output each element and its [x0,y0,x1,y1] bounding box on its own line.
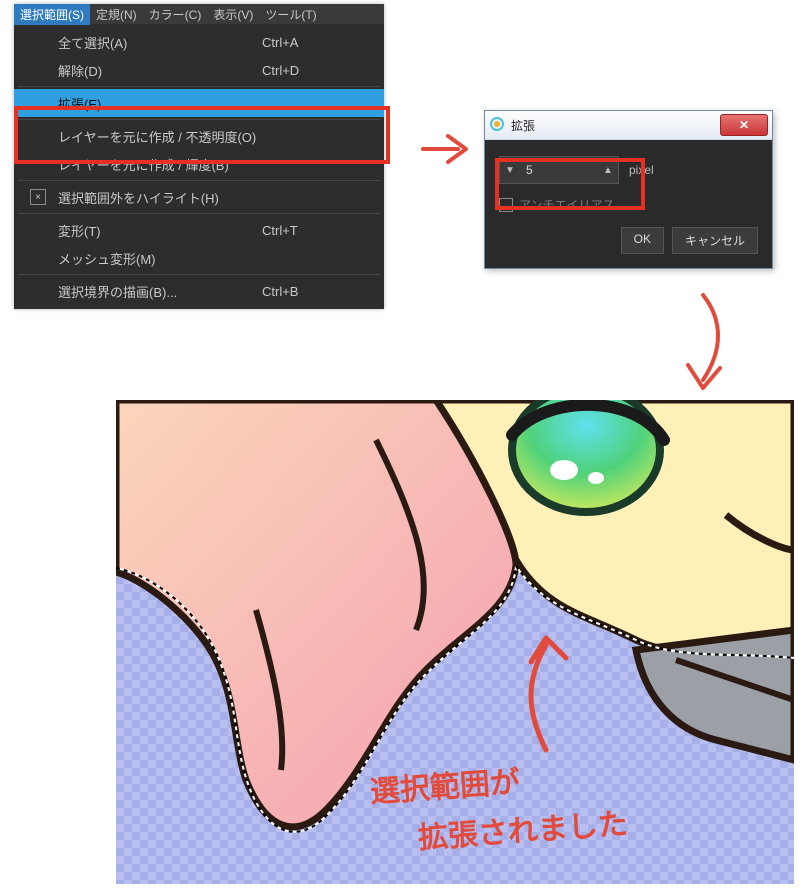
menu-view[interactable]: 表示(V) [207,4,259,25]
menu-item-highlight-outside[interactable]: × 選択範囲外をハイライト(H) [14,183,384,211]
menu-body: 全て選択(A) Ctrl+A 解除(D) Ctrl+D 拡張(E)... レイヤ… [14,24,384,309]
close-button[interactable]: ✕ [720,114,768,136]
menu-color[interactable]: カラー(C) [143,4,208,25]
menu-item-label: メッシュ変形(M) [58,249,156,268]
menu-separator [18,180,380,181]
menu-item-label: 全て選択(A) [58,33,127,52]
menu-separator [18,213,380,214]
increment-icon[interactable]: ▲ [598,165,618,176]
menu-item-label: レイヤーを元に作成 / 輝度(B) [58,155,229,174]
menu-item-from-layer-opacity[interactable]: レイヤーを元に作成 / 不透明度(O) [14,122,384,150]
menu-item-label: 拡張(E)... [58,94,112,113]
menu-item-label: レイヤーを元に作成 / 不透明度(O) [58,127,256,146]
expand-dialog: 拡張 ✕ ▼ 5 ▲ pixel アンチエイリアス OK キャンセル [484,110,773,269]
antialias-checkbox[interactable] [499,198,513,212]
close-icon: ✕ [739,118,749,132]
menu-item-mesh-transform[interactable]: メッシュ変形(M) [14,244,384,272]
ok-button[interactable]: OK [621,227,664,254]
menu-item-shortcut: Ctrl+B [262,284,298,299]
menu-item-expand[interactable]: 拡張(E)... [14,89,384,117]
annotation-arrow-icon [418,124,478,174]
dialog-titlebar: 拡張 ✕ [485,111,772,140]
cancel-button[interactable]: キャンセル [672,227,758,254]
annotation-arrow-icon [668,290,738,400]
dialog-body: ▼ 5 ▲ pixel アンチエイリアス OK キャンセル [485,140,772,268]
menu-item-label: 選択境界の描画(B)... [58,282,177,301]
menu-ruler[interactable]: 定規(N) [90,4,143,25]
expand-amount-spinner[interactable]: ▼ 5 ▲ [499,156,619,184]
menu-tool[interactable]: ツール(T) [259,4,322,25]
menu-item-transform[interactable]: 変形(T) Ctrl+T [14,216,384,244]
selection-menu-dropdown: 選択範囲(S) 定規(N) カラー(C) 表示(V) ツール(T) 全て選択(A… [14,4,384,309]
menu-separator [18,274,380,275]
menu-bar: 選択範囲(S) 定規(N) カラー(C) 表示(V) ツール(T) [14,4,384,24]
menu-item-select-all[interactable]: 全て選択(A) Ctrl+A [14,28,384,56]
menu-item-label: 変形(T) [58,221,101,240]
menu-item-from-layer-brightness[interactable]: レイヤーを元に作成 / 輝度(B) [14,150,384,178]
app-icon [489,116,505,135]
menu-separator [18,86,380,87]
menu-selection[interactable]: 選択範囲(S) [14,4,90,25]
expand-amount-value: 5 [520,163,598,177]
antialias-label: アンチエイリアス [519,196,615,213]
menu-item-deselect[interactable]: 解除(D) Ctrl+D [14,56,384,84]
menu-item-label: 解除(D) [58,61,102,80]
dialog-title: 拡張 [511,117,535,134]
unit-label: pixel [629,163,654,177]
menu-item-shortcut: Ctrl+T [262,223,298,238]
canvas-preview [116,400,794,884]
checkbox-icon: × [30,189,46,205]
menu-item-draw-selection-border[interactable]: 選択境界の描画(B)... Ctrl+B [14,277,384,305]
menu-item-shortcut: Ctrl+A [262,35,298,50]
menu-separator [18,119,380,120]
menu-item-shortcut: Ctrl+D [262,63,299,78]
decrement-icon[interactable]: ▼ [500,165,520,176]
menu-item-label: 選択範囲外をハイライト(H) [58,188,219,207]
